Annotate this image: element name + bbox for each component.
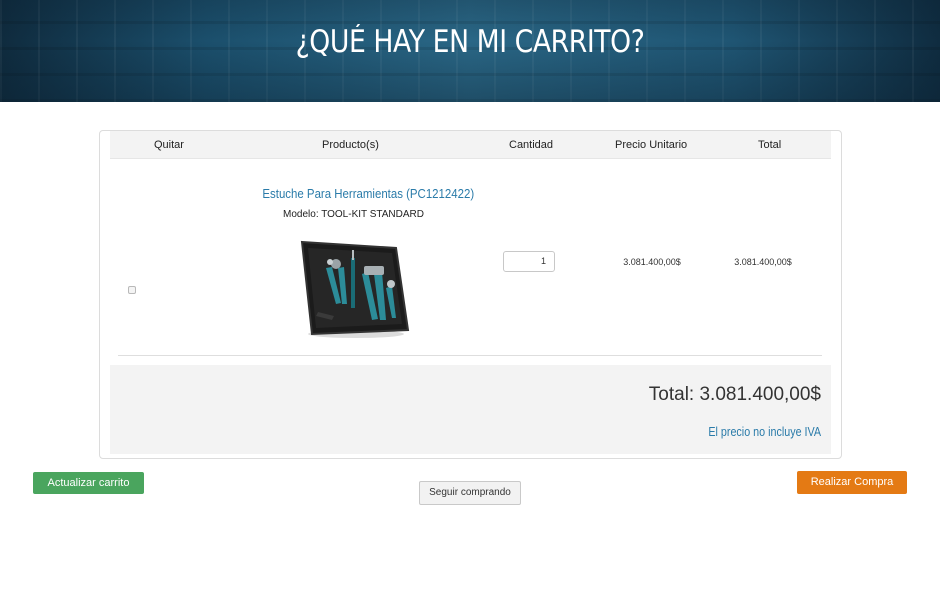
cart-total: Total: 3.081.400,00$ <box>648 384 821 405</box>
table-row: Estuche Para Herramientas (PC1212422) Mo… <box>100 159 843 355</box>
checkout-button[interactable]: Realizar Compra <box>797 471 907 494</box>
header-quantity: Cantidad <box>509 139 554 151</box>
row-divider <box>118 355 822 356</box>
cart-table: Quitar Producto(s) Cantidad Precio Unita… <box>99 130 842 459</box>
header-product: Producto(s) <box>322 139 379 151</box>
remove-item-checkbox[interactable] <box>128 286 136 294</box>
update-cart-button[interactable]: Actualizar carrito <box>33 472 144 494</box>
header-total: Total <box>758 139 782 151</box>
product-name-link[interactable]: Estuche Para Herramientas (PC1212422) <box>262 186 474 201</box>
unit-price: 3.081.400,00$ <box>623 257 681 267</box>
continue-shopping-button[interactable]: Seguir comprando <box>419 481 521 505</box>
quantity-input[interactable]: 1 <box>503 251 555 272</box>
cart-summary: Total: 3.081.400,00$ El precio no incluy… <box>110 365 831 454</box>
product-model: Modelo: TOOL-KIT STANDARD <box>283 209 424 220</box>
line-total: 3.081.400,00$ <box>734 257 792 267</box>
cart-table-header: Quitar Producto(s) Cantidad Precio Unita… <box>110 131 831 159</box>
page-hero-banner: ¿QUÉ HAY EN MI CARRITO? <box>0 0 940 102</box>
tool-kit-case-icon[interactable] <box>296 234 412 340</box>
header-remove: Quitar <box>154 139 184 151</box>
iva-note: El precio no incluye IVA <box>708 425 821 439</box>
header-unit-price: Precio Unitario <box>615 139 688 151</box>
page-title: ¿QUÉ HAY EN MI CARRITO? <box>295 24 645 60</box>
